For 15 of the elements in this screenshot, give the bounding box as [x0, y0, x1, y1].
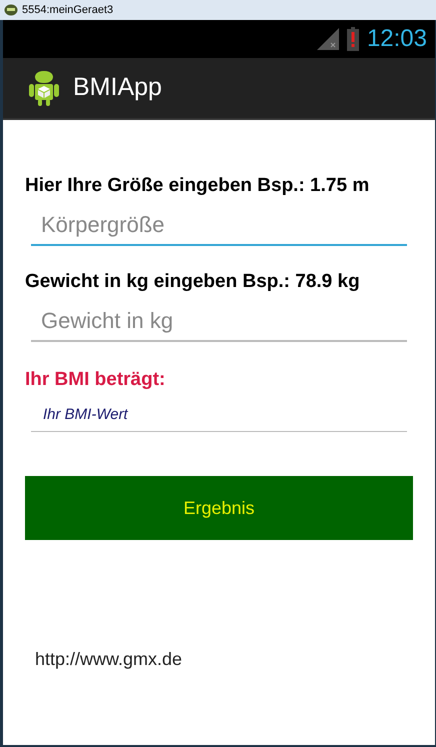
result-button[interactable]: Ergebnis: [25, 476, 413, 540]
clock: 12:03: [366, 24, 427, 54]
android-emulator-icon: [4, 4, 18, 16]
app-title: BMIApp: [73, 72, 162, 104]
input-field[interactable]: Gewicht in kg: [31, 302, 407, 342]
battery-icon: [346, 27, 359, 51]
input-field[interactable]: Körpergröße: [31, 206, 407, 246]
android-robot-icon: [27, 69, 61, 107]
link[interactable]: http://www.gmx.de: [35, 646, 413, 673]
result-field[interactable]: Ihr BMI-Wert: [31, 400, 407, 432]
field-label: Hier Ihre Größe eingeben Bsp.: 1.75 m: [25, 174, 370, 198]
field-label: Gewicht in kg eingeben Bsp.: 78.9 kg: [25, 270, 361, 294]
window-title: 5554:meinGeraet3: [22, 2, 114, 18]
result-label: Ihr BMI beträgt:: [25, 368, 166, 392]
signal-icon: [316, 28, 339, 50]
